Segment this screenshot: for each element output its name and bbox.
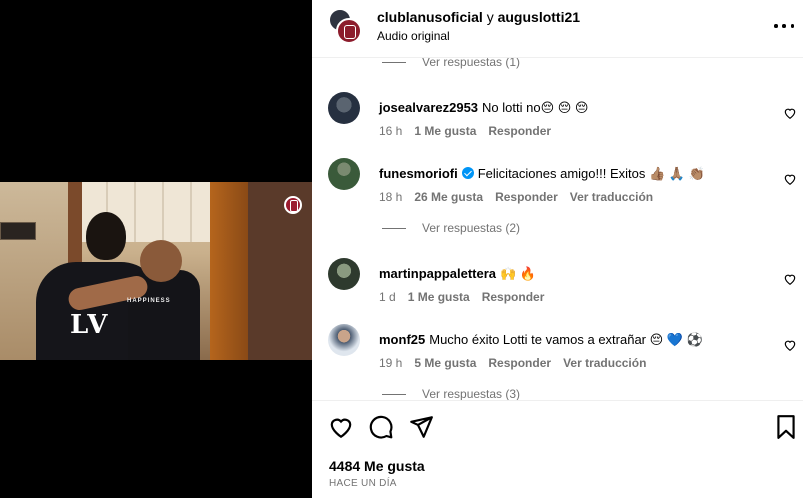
more-options-icon[interactable] bbox=[774, 16, 794, 36]
author-primary-link[interactable]: clublanusoficial bbox=[377, 9, 483, 25]
club-avatar[interactable] bbox=[336, 18, 362, 44]
post-authors: clublanusoficial y auguslotti21 bbox=[377, 9, 580, 25]
comment-item: monf25 Mucho éxito Lotti te vamos a extra… bbox=[328, 324, 798, 374]
shirt-print: LV bbox=[70, 310, 110, 340]
post-media[interactable]: HAPPINESS LV bbox=[0, 0, 312, 498]
comment-meta: 18 h 26 Me gusta Responder Ver traducción bbox=[379, 190, 665, 204]
view-replies-label: Ver respuestas (1) bbox=[422, 58, 521, 69]
post-details-panel: clublanusoficial y auguslotti21 Audio or… bbox=[312, 0, 803, 498]
comment-body: No lotti no😔 😔 😔 bbox=[482, 100, 589, 115]
comment-item: funesmoriofi Felicitaciones amigo!!! Exit… bbox=[328, 158, 798, 208]
club-crest-watermark-icon bbox=[284, 196, 302, 214]
author-connector: y bbox=[486, 9, 494, 25]
comment-text: martinpappalettera 🙌 🔥 bbox=[379, 266, 536, 282]
translate-button[interactable]: Ver traducción bbox=[563, 356, 646, 370]
video-scene-wall-right bbox=[248, 182, 312, 360]
replies-divider bbox=[382, 227, 406, 229]
view-replies-button[interactable]: Ver respuestas (2) bbox=[382, 220, 520, 236]
heart-icon[interactable] bbox=[783, 106, 797, 120]
comment-text: monf25 Mucho éxito Lotti te vamos a extra… bbox=[379, 332, 703, 348]
replies-divider bbox=[382, 61, 406, 63]
paper-plane-icon[interactable] bbox=[408, 414, 434, 440]
comment-time[interactable]: 18 h bbox=[379, 190, 402, 204]
comment-meta: 1 d 1 Me gusta Responder bbox=[379, 290, 556, 304]
heart-icon[interactable] bbox=[328, 414, 354, 440]
view-replies-label: Ver respuestas (3) bbox=[422, 387, 521, 400]
comment-time[interactable]: 19 h bbox=[379, 356, 402, 370]
comment-username[interactable]: funesmoriofi bbox=[379, 166, 458, 181]
comment-time[interactable]: 16 h bbox=[379, 124, 402, 138]
author-secondary-link[interactable]: auguslotti21 bbox=[498, 9, 580, 25]
comment-item: martinpappalettera 🙌 🔥 1 d 1 Me gusta Respo… bbox=[328, 258, 798, 308]
comment-meta: 16 h 1 Me gusta Responder bbox=[379, 124, 563, 138]
avatar[interactable] bbox=[328, 92, 360, 124]
video-player[interactable]: HAPPINESS LV bbox=[0, 182, 312, 360]
bookmark-icon[interactable] bbox=[773, 414, 799, 440]
heart-icon[interactable] bbox=[783, 272, 797, 286]
comment-text: funesmoriofi Felicitaciones amigo!!! Exit… bbox=[379, 166, 705, 182]
reply-button[interactable]: Responder bbox=[495, 190, 558, 204]
comment-username[interactable]: monf25 bbox=[379, 332, 425, 347]
comment-meta: 19 h 5 Me gusta Responder Ver traducción bbox=[379, 356, 658, 370]
view-replies-button[interactable]: Ver respuestas (1) bbox=[382, 58, 520, 70]
comment-item: josealvarez2953 No lotti no😔 😔 😔 16 h 1 Me… bbox=[328, 92, 798, 142]
comment-username[interactable]: martinpappalettera bbox=[379, 266, 496, 281]
comment-text: josealvarez2953 No lotti no😔 😔 😔 bbox=[379, 100, 588, 116]
comment-likes[interactable]: 26 Me gusta bbox=[414, 190, 483, 204]
reply-button[interactable]: Responder bbox=[482, 290, 545, 304]
avatar[interactable] bbox=[328, 324, 360, 356]
comment-likes[interactable]: 1 Me gusta bbox=[408, 290, 470, 304]
heart-icon[interactable] bbox=[783, 172, 797, 186]
replies-divider bbox=[382, 393, 406, 395]
video-person-front-head bbox=[140, 240, 182, 282]
comment-likes[interactable]: 1 Me gusta bbox=[414, 124, 476, 138]
shirt-print-small: HAPPINESS bbox=[127, 298, 171, 304]
comment-body: Felicitaciones amigo!!! Exitos 👍🏽 🙏🏽 👏🏽 bbox=[477, 166, 705, 181]
reply-button[interactable]: Responder bbox=[488, 124, 551, 138]
post-actions: 4484 Me gusta HACE UN DÍA bbox=[312, 400, 803, 498]
heart-icon[interactable] bbox=[783, 338, 797, 352]
comment-body: Mucho éxito Lotti te vamos a extrañar 😔 … bbox=[429, 332, 703, 347]
view-replies-button[interactable]: Ver respuestas (3) bbox=[382, 386, 520, 400]
comment-icon[interactable] bbox=[368, 414, 394, 440]
video-scene-door-right bbox=[210, 182, 248, 360]
likes-count[interactable]: 4484 Me gusta bbox=[329, 458, 425, 474]
comments-list[interactable]: Ver respuestas (1) josealvarez2953 No lot… bbox=[312, 58, 803, 400]
verified-badge-icon bbox=[461, 167, 474, 179]
reply-button[interactable]: Responder bbox=[488, 356, 551, 370]
comment-time[interactable]: 1 d bbox=[379, 290, 396, 304]
post-header: clublanusoficial y auguslotti21 Audio or… bbox=[312, 0, 803, 58]
author-avatars[interactable] bbox=[328, 8, 364, 44]
comment-likes[interactable]: 5 Me gusta bbox=[414, 356, 476, 370]
view-replies-label: Ver respuestas (2) bbox=[422, 221, 521, 235]
comment-username[interactable]: josealvarez2953 bbox=[379, 100, 478, 115]
translate-button[interactable]: Ver traducción bbox=[570, 190, 653, 204]
video-scene-sign bbox=[0, 222, 36, 240]
post-timestamp[interactable]: HACE UN DÍA bbox=[329, 478, 397, 489]
avatar[interactable] bbox=[328, 158, 360, 190]
comment-body: 🙌 🔥 bbox=[500, 266, 537, 281]
avatar[interactable] bbox=[328, 258, 360, 290]
audio-link[interactable]: Audio original bbox=[377, 29, 450, 43]
video-person-head bbox=[86, 212, 126, 260]
